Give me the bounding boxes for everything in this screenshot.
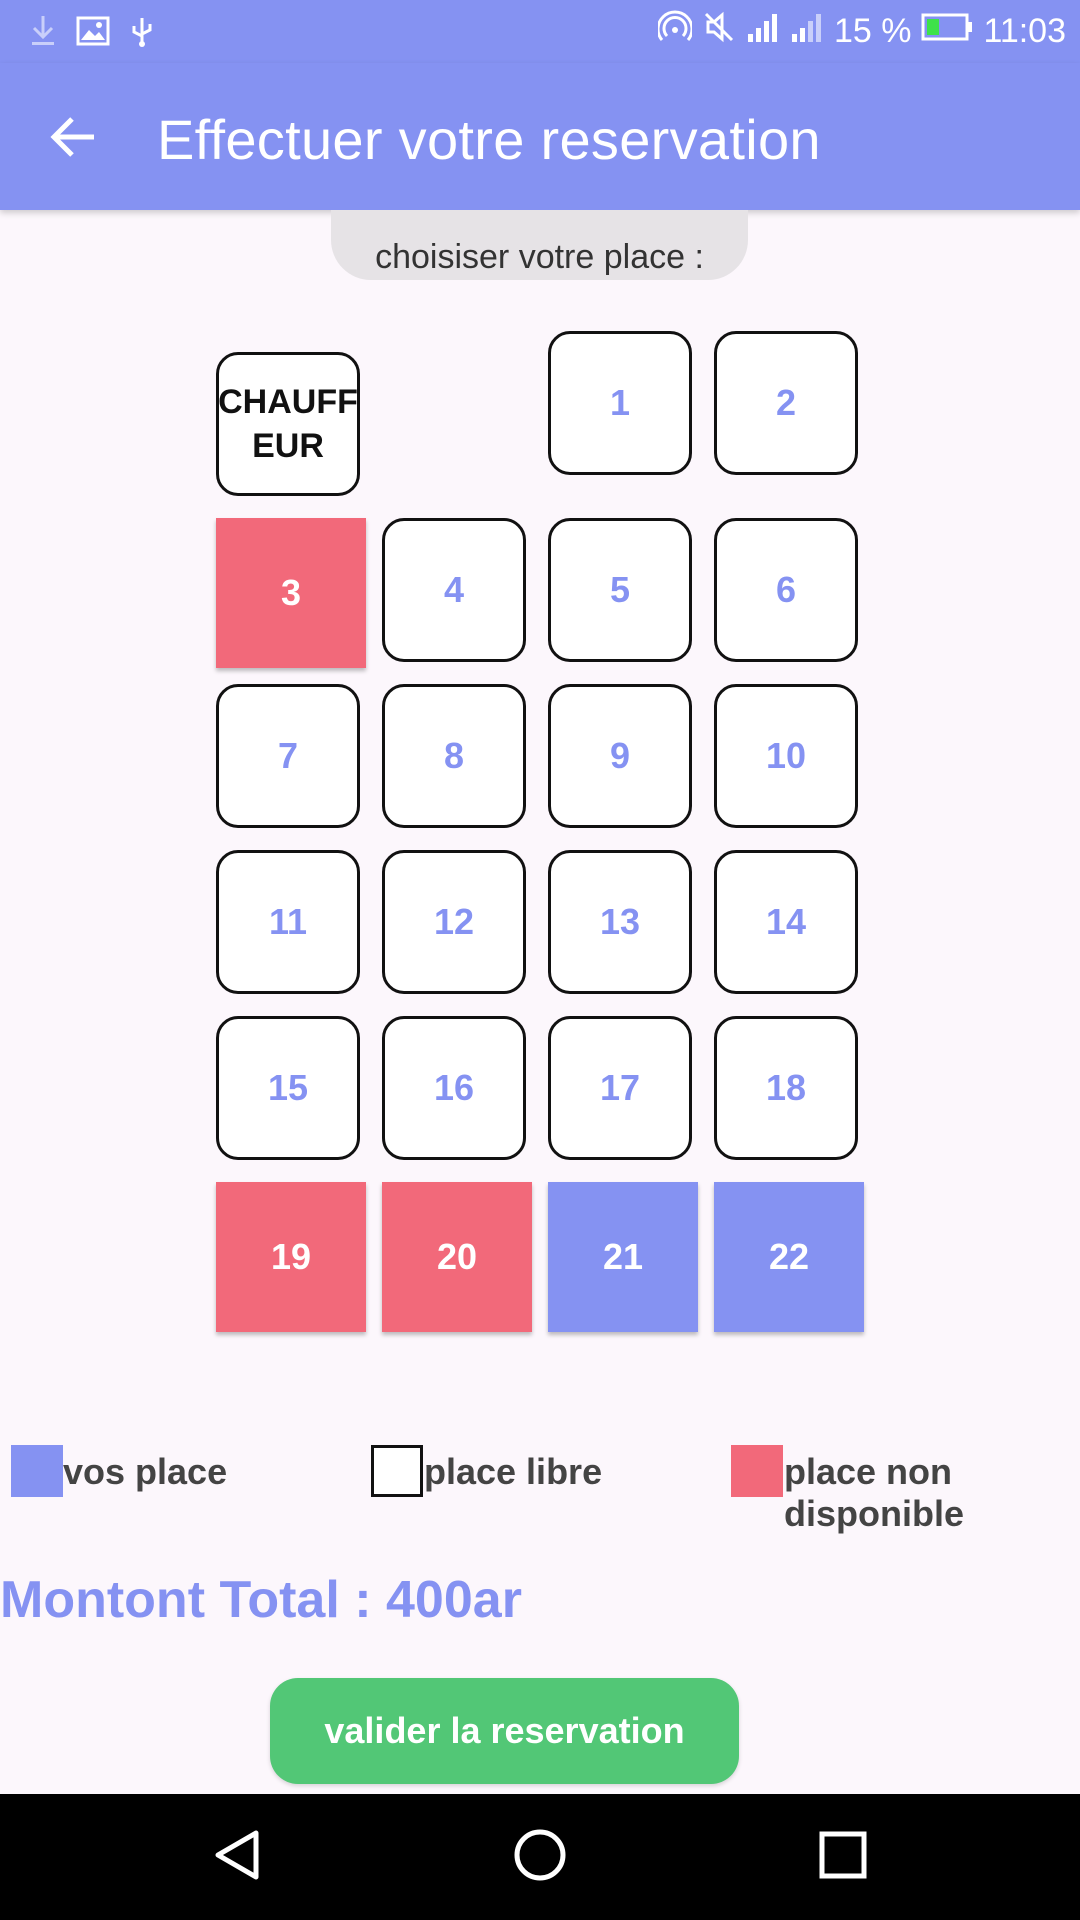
legend-free-swatch (371, 1445, 423, 1497)
seat-21[interactable]: 21 (548, 1182, 698, 1332)
choose-seat-label: choisiser votre place : (331, 210, 748, 280)
mute-icon (702, 10, 736, 53)
seat-18[interactable]: 18 (714, 1016, 858, 1160)
battery-icon (921, 12, 973, 51)
usb-icon (128, 14, 156, 53)
signal-icon (746, 10, 780, 53)
seat-19[interactable]: 19 (216, 1182, 366, 1332)
hotspot-icon (656, 10, 694, 53)
seat-9[interactable]: 9 (548, 684, 692, 828)
seat-22[interactable]: 22 (714, 1182, 864, 1332)
validate-reservation-button[interactable]: valider la reservation (270, 1678, 739, 1784)
clock: 11:03 (983, 12, 1066, 50)
back-button[interactable] (44, 109, 104, 169)
navigation-bar (0, 1794, 1080, 1920)
signal-text: 15 % (833, 12, 912, 50)
seat-17[interactable]: 17 (548, 1016, 692, 1160)
total-amount: Montont Total : 400ar (0, 1571, 522, 1629)
seat-3[interactable]: 3 (216, 518, 366, 668)
legend-taken-swatch (731, 1445, 783, 1497)
nav-back-button[interactable] (204, 1824, 270, 1890)
seat-13[interactable]: 13 (548, 850, 692, 994)
status-system: 15 % 11:03 (656, 10, 1066, 53)
legend-mine-swatch (11, 1445, 63, 1497)
seat-14[interactable]: 14 (714, 850, 858, 994)
nav-recents-icon (818, 1830, 868, 1885)
legend-taken-line1: place non (784, 1451, 953, 1492)
signal-icon (790, 10, 824, 53)
back-arrow-icon (50, 115, 98, 164)
legend-taken-line2: disponible (784, 1493, 964, 1534)
seat-7[interactable]: 7 (216, 684, 360, 828)
seat-6[interactable]: 6 (714, 518, 858, 662)
download-icon (28, 14, 58, 53)
nav-home-button[interactable] (507, 1824, 573, 1890)
status-bar: 15 % 11:03 (0, 0, 1080, 63)
seat-20[interactable]: 20 (382, 1182, 532, 1332)
nav-back-icon (212, 1827, 262, 1888)
page-title: Effectuer votre reservation (157, 108, 821, 171)
seat-16[interactable]: 16 (382, 1016, 526, 1160)
legend-free-label: place libre (424, 1451, 603, 1492)
image-icon (76, 16, 110, 51)
app-bar: Effectuer votre reservation (0, 63, 1080, 210)
status-notifications (28, 14, 156, 53)
driver-seat: CHAUFF EUR (216, 352, 360, 496)
legend-mine-label: vos place (63, 1451, 228, 1492)
seat-8[interactable]: 8 (382, 684, 526, 828)
seat-15[interactable]: 15 (216, 1016, 360, 1160)
seat-4[interactable]: 4 (382, 518, 526, 662)
seat-12[interactable]: 12 (382, 850, 526, 994)
seat-1[interactable]: 1 (548, 331, 692, 475)
nav-home-icon (512, 1827, 568, 1888)
seat-11[interactable]: 11 (216, 850, 360, 994)
seat-10[interactable]: 10 (714, 684, 858, 828)
seat-5[interactable]: 5 (548, 518, 692, 662)
nav-recents-button[interactable] (810, 1824, 876, 1890)
legend-taken-label: place non disponible (784, 1451, 964, 1535)
seat-2[interactable]: 2 (714, 331, 858, 475)
